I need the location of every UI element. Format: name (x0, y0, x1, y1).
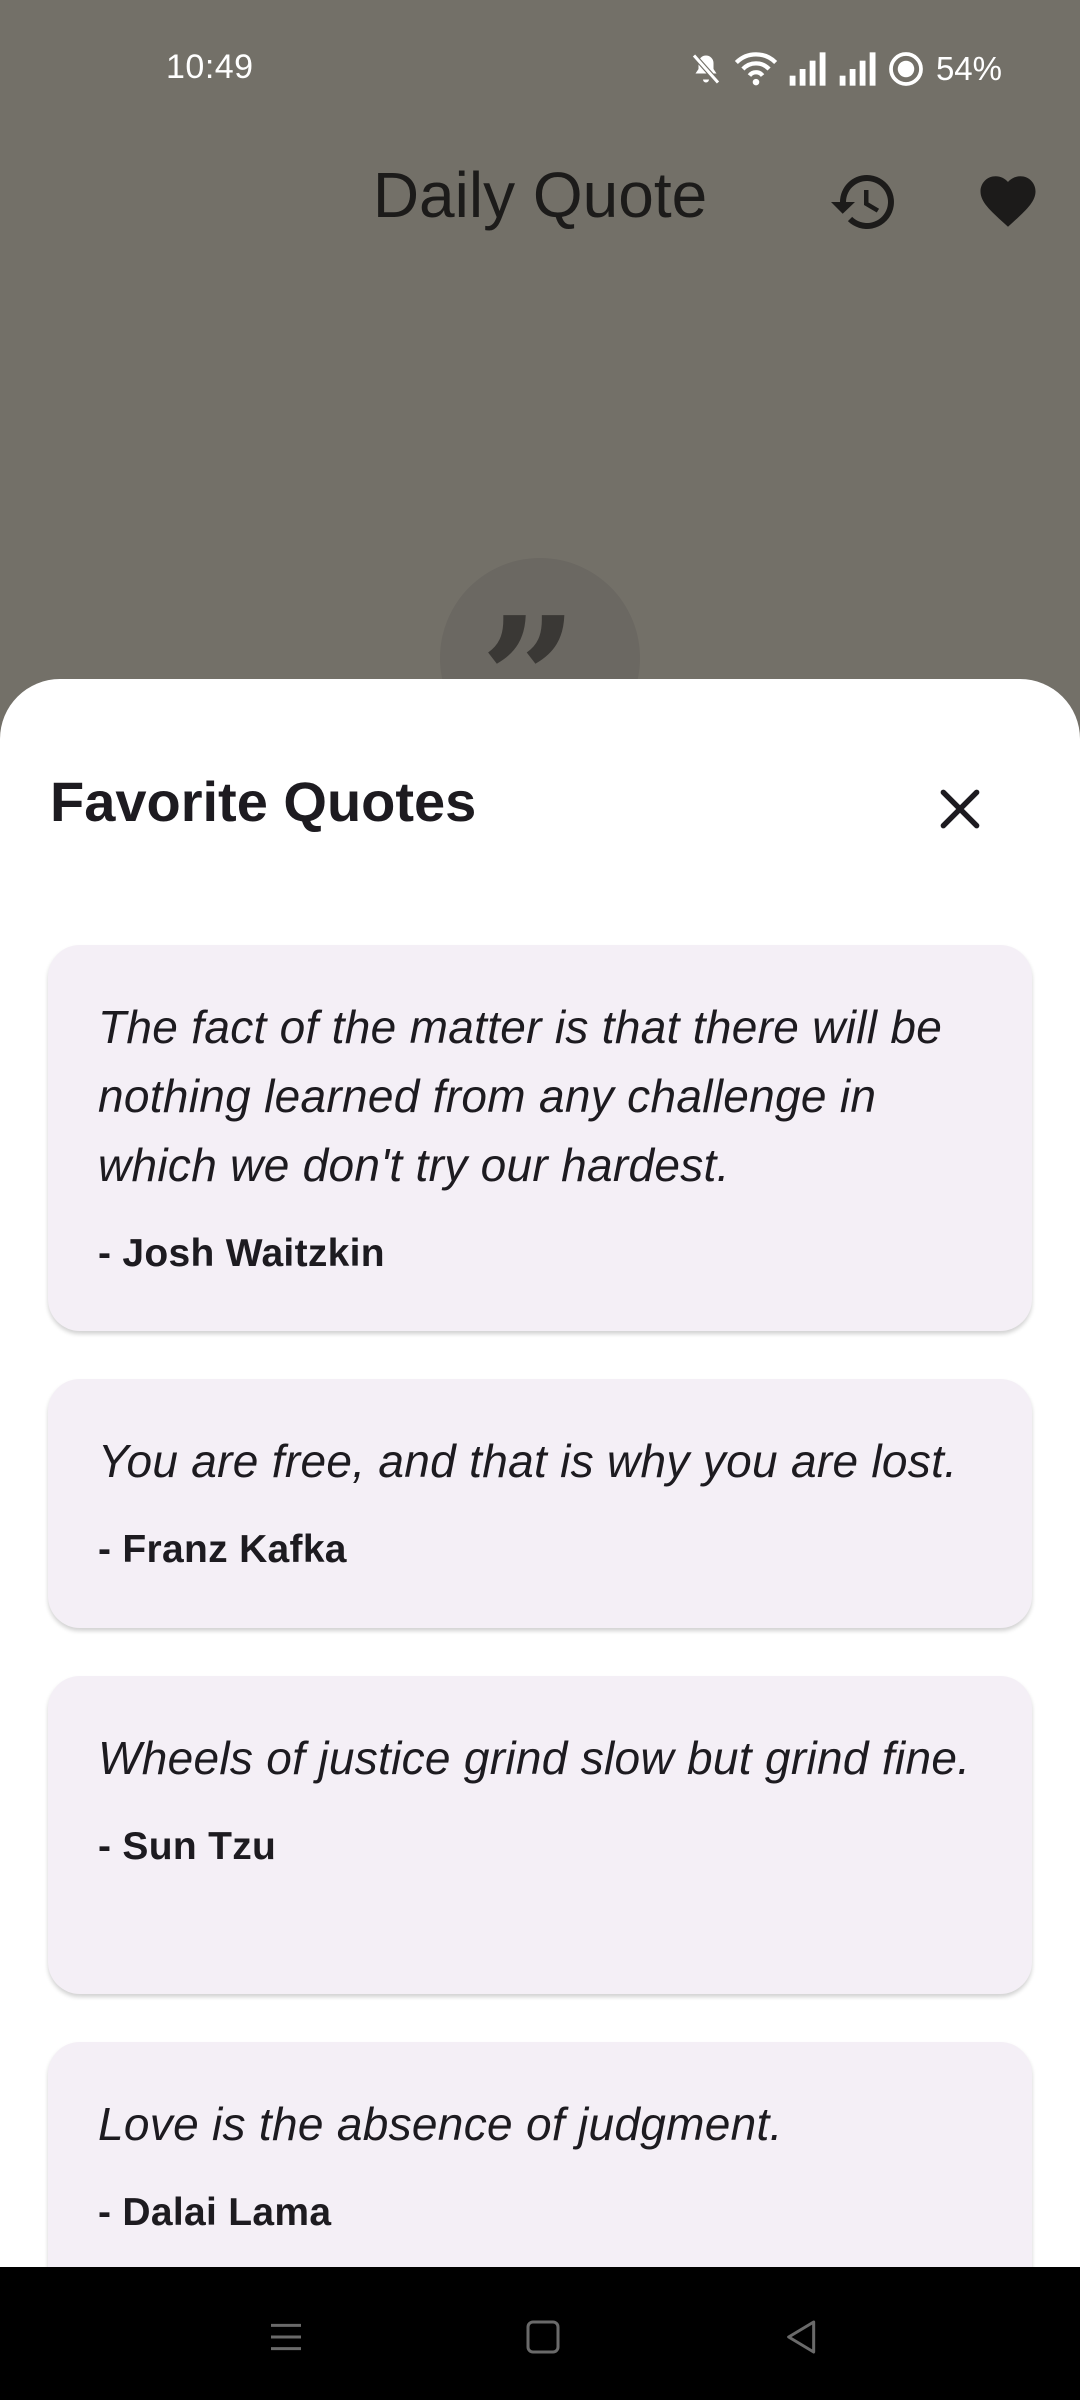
quote-text: Love is the absence of judgment. (98, 2098, 783, 2150)
status-icons: 54% (688, 46, 1002, 92)
close-button[interactable] (922, 771, 998, 847)
close-icon (940, 789, 980, 829)
mute-icon (691, 53, 720, 85)
quote-text: The fact of the matter is that there wil… (98, 1001, 943, 1191)
back-icon (787, 2320, 816, 2354)
navigation-bar (0, 2267, 1080, 2400)
status-time: 10:49 (166, 48, 254, 86)
quote-author: - Dalai Lama (98, 2191, 332, 2234)
quote-text: Wheels of justice grind slow but grind f… (98, 1732, 971, 1784)
back-button[interactable] (772, 2307, 832, 2367)
home-icon (526, 2320, 560, 2354)
home-button[interactable] (513, 2307, 573, 2367)
signal-icon (789, 52, 826, 86)
quote-card[interactable]: You are free, and that is why you are lo… (48, 1379, 1032, 1628)
battery-percentage: 54% (935, 50, 1002, 87)
quote-author: - Josh Waitzkin (98, 1232, 385, 1275)
menu-icon (271, 2323, 301, 2351)
quote-text: You are free, and that is why you are lo… (98, 1435, 958, 1487)
battery-icon (889, 52, 923, 86)
history-icon[interactable] (828, 166, 900, 238)
heart-icon[interactable] (975, 168, 1041, 234)
wifi-icon (734, 52, 778, 86)
status-bar: 10:49 54% (0, 0, 1080, 140)
app-title: Daily Quote (372, 159, 708, 231)
quote-card[interactable]: The fact of the matter is that there wil… (48, 945, 1032, 1331)
sheet-title: Favorite Quotes (50, 770, 477, 833)
signal-icon (839, 52, 876, 86)
menu-button[interactable] (256, 2307, 316, 2367)
quote-author: - Sun Tzu (98, 1825, 277, 1868)
quote-author: - Franz Kafka (98, 1528, 347, 1571)
favorites-sheet: Favorite Quotes The fact of the matter i… (0, 679, 1080, 2267)
quote-card[interactable]: Love is the absence of judgment. - Dalai… (48, 2042, 1032, 2267)
quote-card[interactable]: Wheels of justice grind slow but grind f… (48, 1676, 1032, 1994)
